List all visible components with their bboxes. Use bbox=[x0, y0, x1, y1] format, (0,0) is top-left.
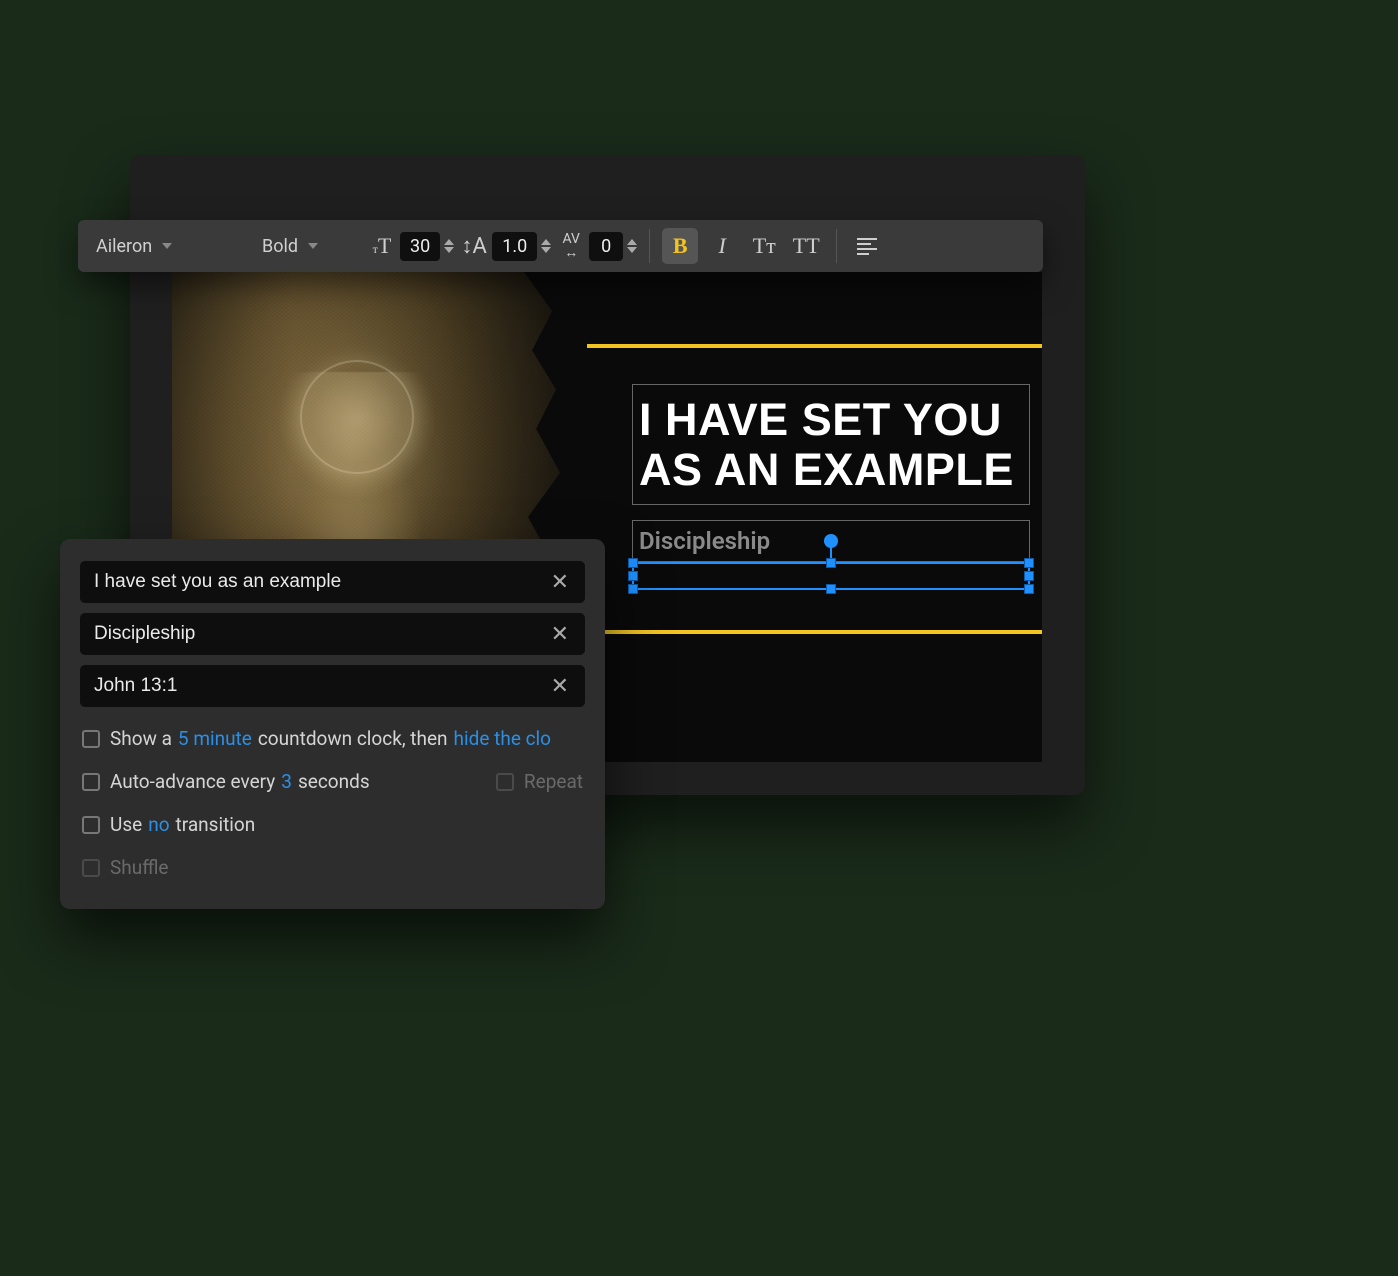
font-family-dropdown[interactable]: Aileron bbox=[86, 228, 246, 264]
font-size-control: ᴛT 30 bbox=[368, 232, 454, 261]
opt-label: Use bbox=[110, 813, 142, 836]
rotate-handle[interactable] bbox=[824, 534, 838, 548]
transition-checkbox[interactable] bbox=[82, 816, 100, 834]
tracking-control: AV↔ 0 bbox=[557, 232, 637, 261]
font-weight-dropdown[interactable]: Bold bbox=[252, 228, 362, 264]
toolbar-divider bbox=[649, 229, 650, 263]
countdown-duration-link[interactable]: 5 minute bbox=[178, 727, 252, 750]
text-field-row: ✕ bbox=[80, 665, 585, 707]
font-size-input[interactable]: 30 bbox=[400, 232, 440, 261]
font-size-icon: ᴛT bbox=[368, 233, 396, 259]
tracking-input[interactable]: 0 bbox=[589, 232, 623, 261]
transition-option-row: Use no transition bbox=[80, 803, 585, 846]
resize-handle-ml[interactable] bbox=[628, 571, 638, 581]
opt-label: countdown clock, then bbox=[258, 727, 448, 750]
opt-label: Show a bbox=[110, 727, 172, 750]
autoadvance-checkbox[interactable] bbox=[82, 773, 100, 791]
text-field-row: ✕ bbox=[80, 613, 585, 655]
resize-handle-br[interactable] bbox=[1024, 584, 1034, 594]
countdown-checkbox[interactable] bbox=[82, 730, 100, 748]
autoadvance-seconds-link[interactable]: 3 bbox=[281, 770, 292, 793]
tracking-icon: AV↔ bbox=[557, 232, 585, 260]
opt-label: transition bbox=[176, 813, 256, 836]
reference-field[interactable] bbox=[94, 675, 545, 697]
title-text-box[interactable]: I HAVE SET YOU AS AN EXAMPLE bbox=[632, 384, 1030, 505]
align-left-icon bbox=[857, 238, 877, 255]
font-weight-value: Bold bbox=[262, 236, 298, 257]
countdown-option-row: Show a 5 minute countdown clock, then hi… bbox=[80, 717, 585, 760]
close-icon[interactable]: ✕ bbox=[545, 674, 575, 699]
small-caps-button[interactable]: Tᴛ bbox=[746, 228, 782, 264]
chevron-down-icon bbox=[162, 243, 172, 249]
countdown-action-link[interactable]: hide the clo bbox=[454, 727, 551, 750]
resize-handle-mr[interactable] bbox=[1024, 571, 1034, 581]
close-icon[interactable]: ✕ bbox=[545, 622, 575, 647]
text-field-row: ✕ bbox=[80, 561, 585, 603]
shuffle-label: Shuffle bbox=[110, 856, 169, 879]
bold-button[interactable]: B bbox=[662, 228, 698, 264]
slide-options-panel: ✕ ✕ ✕ Show a 5 minute countdown clock, t… bbox=[60, 539, 605, 909]
opt-label: seconds bbox=[298, 770, 370, 793]
uppercase-button[interactable]: TT bbox=[788, 228, 824, 264]
text-align-dropdown[interactable] bbox=[849, 238, 889, 255]
selected-text-box[interactable] bbox=[632, 562, 1030, 590]
resize-handle-bl[interactable] bbox=[628, 584, 638, 594]
autoadvance-option-row: Auto-advance every 3 seconds Repeat bbox=[80, 760, 585, 803]
close-icon[interactable]: ✕ bbox=[545, 570, 575, 595]
font-family-value: Aileron bbox=[96, 236, 152, 257]
italic-button[interactable]: I bbox=[704, 228, 740, 264]
resize-handle-tr[interactable] bbox=[1024, 558, 1034, 568]
line-height-input[interactable]: 1.0 bbox=[492, 232, 537, 261]
subtitle-field[interactable] bbox=[94, 623, 545, 645]
resize-handle-bm[interactable] bbox=[826, 584, 836, 594]
shuffle-option-row: Shuffle bbox=[80, 846, 585, 889]
accent-rule-top bbox=[587, 344, 1042, 348]
shuffle-checkbox[interactable] bbox=[82, 859, 100, 877]
repeat-option: Repeat bbox=[496, 770, 583, 793]
slide-title: I HAVE SET YOU AS AN EXAMPLE bbox=[639, 395, 1023, 496]
toolbar-divider bbox=[836, 229, 837, 263]
title-field[interactable] bbox=[94, 571, 545, 593]
line-height-stepper[interactable] bbox=[541, 239, 551, 253]
line-height-control: ↕A 1.0 bbox=[460, 232, 551, 261]
accent-rule-bottom bbox=[587, 630, 1042, 634]
resize-handle-tm[interactable] bbox=[826, 558, 836, 568]
repeat-checkbox[interactable] bbox=[496, 773, 514, 791]
font-size-stepper[interactable] bbox=[444, 239, 454, 253]
text-format-toolbar: Aileron Bold ᴛT 30 ↕A 1.0 AV↔ 0 B I Tᴛ T… bbox=[78, 220, 1043, 272]
transition-type-link[interactable]: no bbox=[148, 813, 169, 836]
tracking-stepper[interactable] bbox=[627, 239, 637, 253]
resize-handle-tl[interactable] bbox=[628, 558, 638, 568]
repeat-label: Repeat bbox=[524, 770, 583, 793]
chevron-down-icon bbox=[308, 243, 318, 249]
line-height-icon: ↕A bbox=[460, 233, 488, 259]
opt-label: Auto-advance every bbox=[110, 770, 275, 793]
